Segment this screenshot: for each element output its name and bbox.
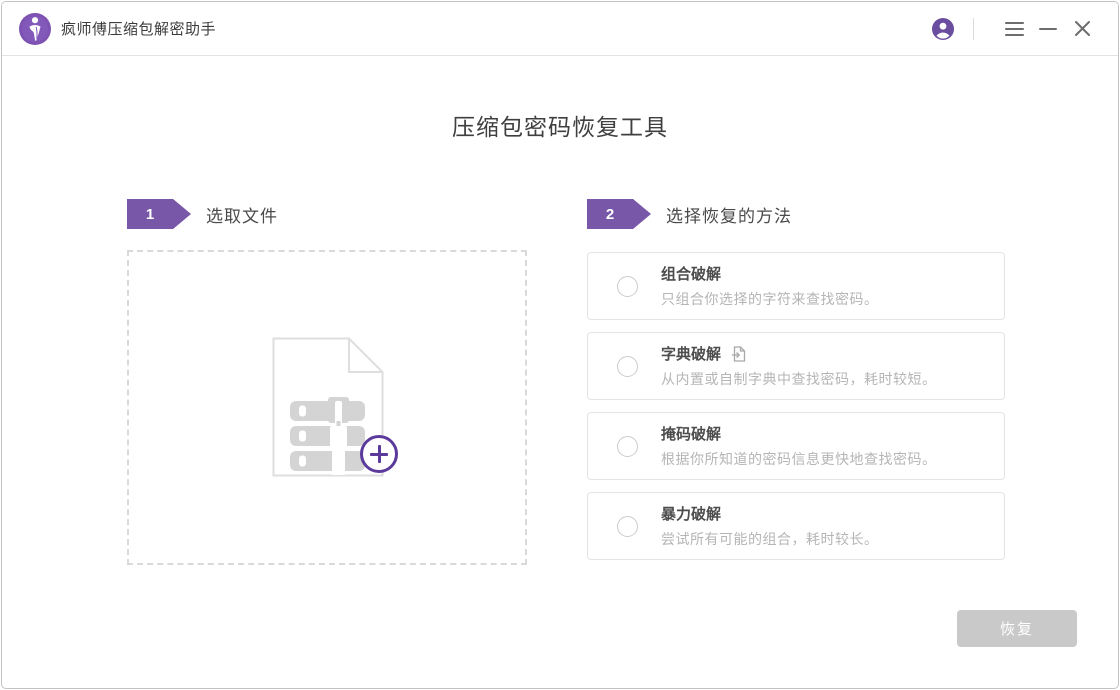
method-title: 字典破解	[661, 343, 937, 364]
method-text: 组合破解 只组合你选择的字符来查找密码。	[661, 263, 879, 309]
method-title: 组合破解	[661, 266, 722, 283]
radio-mask-attack[interactable]	[617, 435, 638, 457]
titlebar-left: 疯师傅压缩包解密助手	[19, 12, 217, 45]
app-logo-icon	[19, 12, 51, 45]
method-text: 暴力破解 尝试所有可能的组合，耗时较长。	[661, 503, 879, 549]
step-2-number: 2	[605, 205, 615, 223]
method-text: 掩码破解 根据你所知道的密码信息更快地查找密码。	[661, 423, 937, 469]
step-1-number: 1	[145, 205, 155, 223]
step-2-label: 选择恢复的方法	[666, 206, 792, 226]
step-1-badge: 1	[127, 199, 191, 229]
add-file-button[interactable]	[360, 435, 398, 473]
step-1-label: 选取文件	[206, 206, 278, 226]
radio-dictionary-attack[interactable]	[617, 355, 638, 377]
menu-icon[interactable]	[1004, 19, 1024, 39]
method-card-bruteforce[interactable]: 暴力破解 尝试所有可能的组合，耗时较长。	[587, 492, 1005, 560]
recovery-methods-list: 组合破解 只组合你选择的字符来查找密码。 字典破解 从内置或自制字典中查找密码，…	[587, 252, 1005, 572]
method-card-combination[interactable]: 组合破解 只组合你选择的字符来查找密码。	[587, 252, 1005, 320]
method-description: 从内置或自制字典中查找密码，耗时较短。	[661, 371, 937, 387]
titlebar-controls	[932, 17, 1092, 40]
close-icon[interactable]	[1072, 19, 1092, 39]
file-dropzone[interactable]	[127, 250, 527, 565]
titlebar-divider	[973, 17, 974, 40]
step-2: 2 选择恢复的方法	[587, 199, 792, 229]
method-description: 根据你所知道的密码信息更快地查找密码。	[661, 451, 937, 467]
account-icon[interactable]	[932, 17, 954, 40]
page-title: 压缩包密码恢复工具	[452, 114, 668, 140]
method-title: 暴力破解	[661, 506, 722, 523]
method-description: 尝试所有可能的组合，耗时较长。	[661, 531, 879, 547]
method-title: 掩码破解	[661, 426, 722, 443]
titlebar: 疯师傅压缩包解密助手	[2, 2, 1118, 56]
method-card-mask[interactable]: 掩码破解 根据你所知道的密码信息更快地查找密码。	[587, 412, 1005, 480]
import-dictionary-file-icon[interactable]	[731, 345, 746, 362]
method-description: 只组合你选择的字符来查找密码。	[661, 291, 879, 307]
radio-combination-attack[interactable]	[617, 275, 638, 297]
app-title: 疯师傅压缩包解密助手	[61, 21, 217, 38]
step-1: 1 选取文件	[127, 199, 278, 229]
recover-button[interactable]: 恢复	[957, 610, 1077, 647]
app-window: 疯师傅压缩包解密助手 压缩包密码恢复工具 1 选取文件 2 选择恢复的方法 组合…	[1, 1, 1119, 689]
step-2-badge: 2	[587, 199, 651, 229]
method-title-text: 字典破解	[661, 346, 722, 363]
minimize-icon[interactable]	[1038, 19, 1058, 39]
method-card-dictionary[interactable]: 字典破解 从内置或自制字典中查找密码，耗时较短。	[587, 332, 1005, 400]
radio-bruteforce-attack[interactable]	[617, 515, 638, 537]
method-text: 字典破解 从内置或自制字典中查找密码，耗时较短。	[661, 343, 937, 389]
